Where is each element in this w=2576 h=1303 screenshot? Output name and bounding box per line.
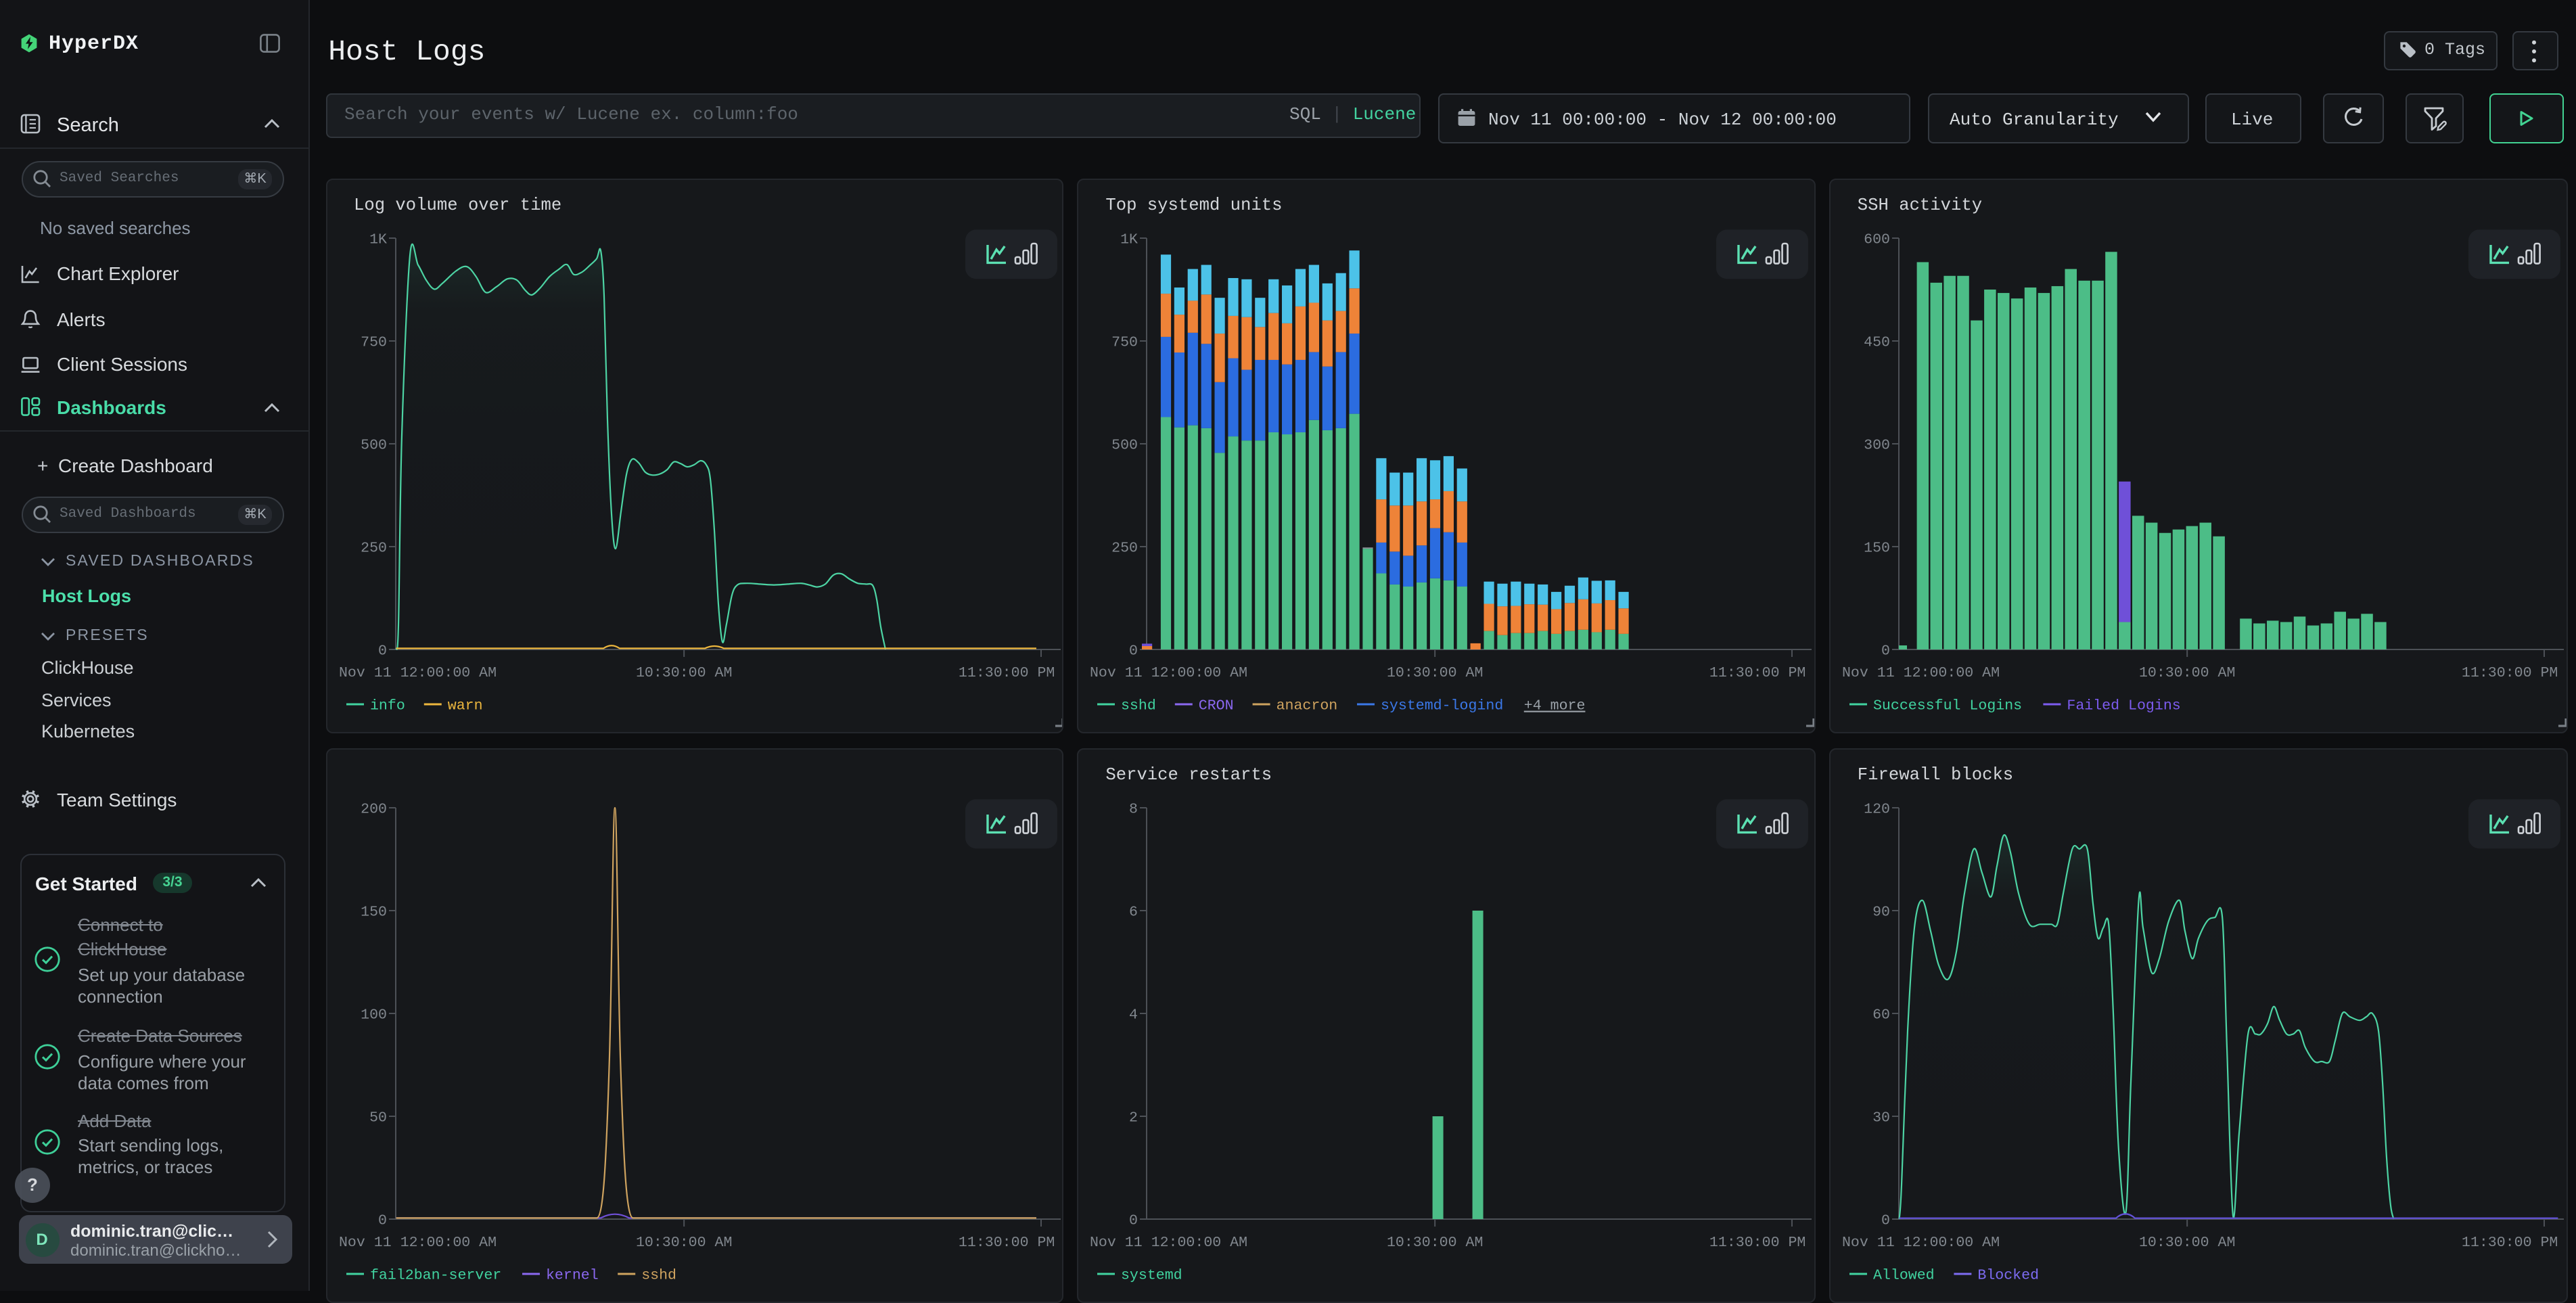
svg-text:anacron: anacron [1276,698,1338,714]
svg-text:150: 150 [1864,540,1890,556]
svg-text:150: 150 [360,904,386,920]
svg-text:250: 250 [1112,540,1138,556]
svg-text:systemd-logind: systemd-logind [1381,698,1503,714]
svg-text:11:30:00 PM: 11:30:00 PM [2462,1234,2558,1250]
svg-text:kernel: kernel [545,1267,598,1283]
svg-text:500: 500 [1112,437,1138,453]
svg-text:+4 more: +4 more [1524,698,1586,714]
svg-text:Failed Logins: Failed Logins [2067,698,2180,714]
svg-text:500: 500 [360,437,386,453]
svg-text:200: 200 [360,801,386,817]
svg-text:0: 0 [1129,1212,1138,1229]
svg-text:8: 8 [1129,801,1138,817]
svg-text:0: 0 [1881,643,1890,659]
svg-text:Nov 11 12:00:00 AM: Nov 11 12:00:00 AM [1090,1234,1247,1250]
svg-text:100: 100 [360,1007,386,1023]
svg-text:Nov 11 12:00:00 AM: Nov 11 12:00:00 AM [338,1234,496,1250]
svg-text:11:30:00 PM: 11:30:00 PM [1709,1234,1806,1250]
svg-text:120: 120 [1864,801,1890,817]
svg-text:Nov 11 12:00:00 AM: Nov 11 12:00:00 AM [1090,664,1247,681]
svg-text:11:30:00 PM: 11:30:00 PM [2462,664,2558,681]
svg-text:10:30:00 AM: 10:30:00 AM [635,664,731,681]
svg-text:1K: 1K [369,231,386,248]
svg-text:750: 750 [1112,334,1138,350]
svg-text:fail2ban-server: fail2ban-server [369,1267,501,1283]
svg-text:0: 0 [1129,643,1138,659]
svg-text:60: 60 [1872,1007,1890,1023]
svg-text:30: 30 [1872,1110,1890,1126]
svg-text:Nov 11 12:00:00 AM: Nov 11 12:00:00 AM [1842,664,2000,681]
svg-text:10:30:00 AM: 10:30:00 AM [1387,1234,1483,1250]
svg-text:Nov 11 12:00:00 AM: Nov 11 12:00:00 AM [338,664,496,681]
svg-text:Successful Logins: Successful Logins [1873,698,2022,714]
svg-text:300: 300 [1864,437,1890,453]
svg-text:CRON: CRON [1199,698,1234,714]
svg-text:2: 2 [1129,1110,1138,1126]
svg-text:Blocked: Blocked [1977,1267,2039,1283]
svg-text:600: 600 [1864,231,1890,248]
svg-text:sshd: sshd [1121,698,1156,714]
svg-text:250: 250 [360,540,386,556]
svg-text:10:30:00 AM: 10:30:00 AM [2139,664,2235,681]
svg-text:Nov 11 12:00:00 AM: Nov 11 12:00:00 AM [1842,1234,2000,1250]
svg-text:6: 6 [1129,904,1138,920]
svg-text:info: info [369,698,405,714]
svg-text:1K: 1K [1120,231,1138,248]
svg-text:Allowed: Allowed [1873,1267,1935,1283]
svg-text:0: 0 [1881,1212,1890,1229]
svg-text:50: 50 [369,1110,386,1126]
svg-text:systemd: systemd [1121,1267,1182,1283]
svg-text:10:30:00 AM: 10:30:00 AM [1387,664,1483,681]
svg-text:0: 0 [377,1212,386,1229]
svg-text:warn: warn [447,698,482,714]
svg-text:11:30:00 PM: 11:30:00 PM [958,1234,1054,1250]
svg-text:750: 750 [360,334,386,350]
svg-text:450: 450 [1864,334,1890,350]
svg-text:10:30:00 AM: 10:30:00 AM [2139,1234,2235,1250]
svg-text:0: 0 [377,643,386,659]
svg-text:11:30:00 PM: 11:30:00 PM [1709,664,1806,681]
svg-text:10:30:00 AM: 10:30:00 AM [635,1234,731,1250]
svg-text:sshd: sshd [641,1267,676,1283]
svg-text:90: 90 [1872,904,1890,920]
svg-text:4: 4 [1129,1007,1138,1023]
svg-text:11:30:00 PM: 11:30:00 PM [958,664,1054,681]
